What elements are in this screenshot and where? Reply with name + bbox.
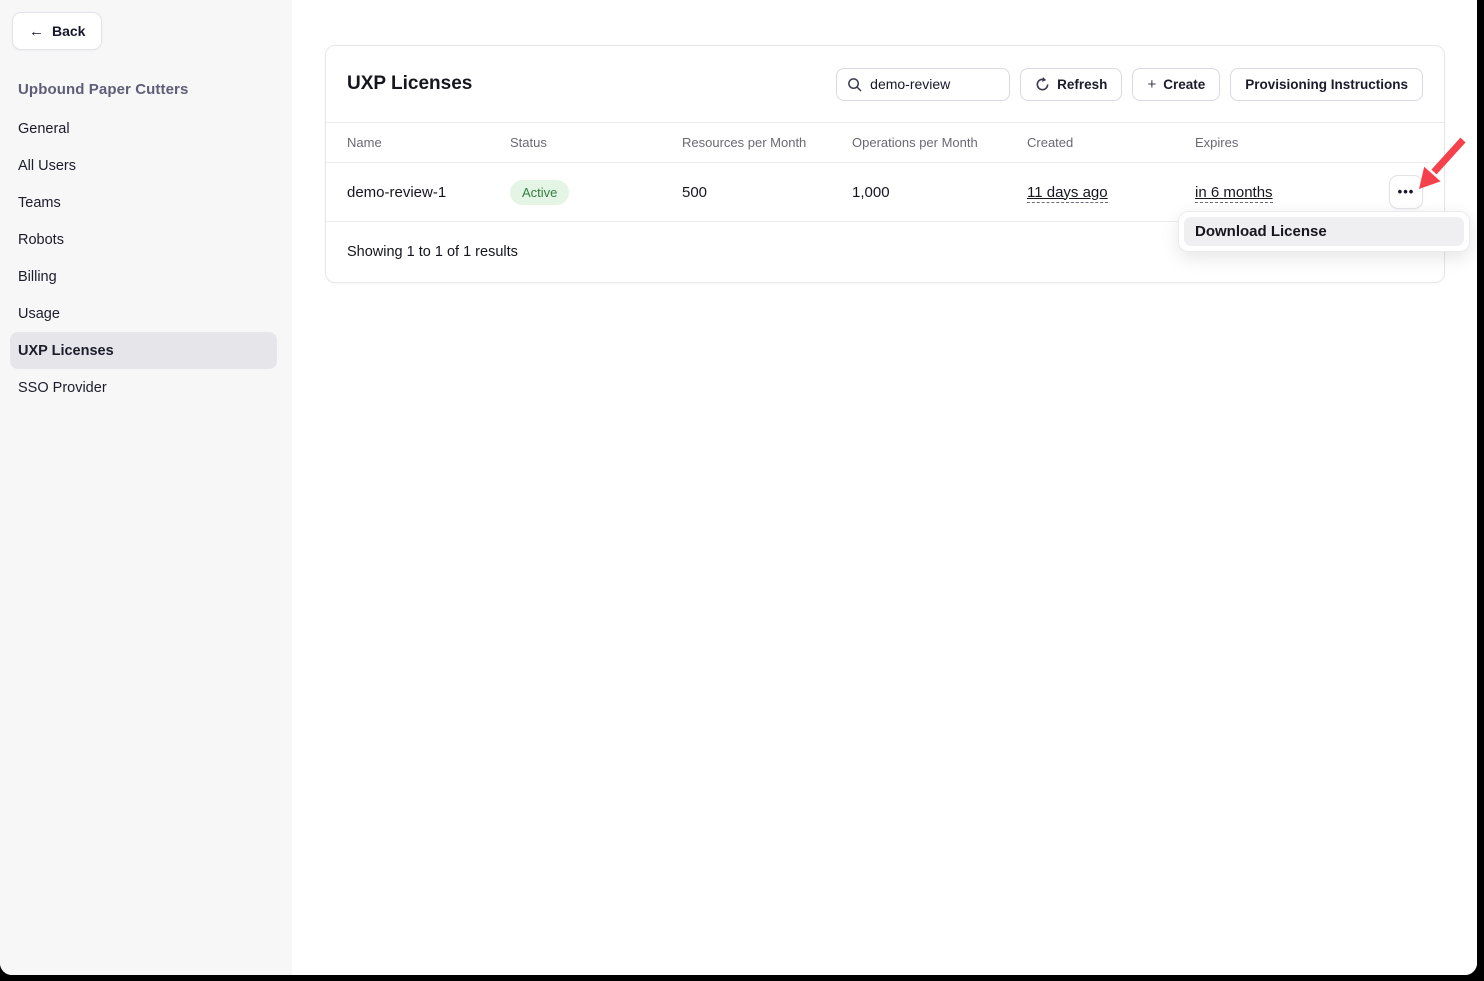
back-arrow-icon: ←: [29, 24, 44, 39]
sidebar-item-billing[interactable]: Billing: [10, 258, 277, 295]
column-header-created: Created: [1027, 135, 1195, 150]
table-header: Name Status Resources per Month Operatio…: [326, 123, 1444, 163]
refresh-button-label: Refresh: [1057, 77, 1107, 92]
menu-item-download-license[interactable]: Download License: [1184, 217, 1464, 246]
sidebar-item-sso-provider[interactable]: SSO Provider: [10, 369, 277, 406]
refresh-button[interactable]: Refresh: [1020, 68, 1122, 101]
sidebar-item-uxp-licenses[interactable]: UXP Licenses: [10, 332, 277, 369]
page-title: UXP Licenses: [347, 73, 472, 95]
search-icon: [847, 77, 862, 92]
column-header-name: Name: [347, 135, 510, 150]
column-header-resources-per-month: Resources per Month: [682, 135, 852, 150]
cell-resources-per-month: 500: [682, 184, 852, 201]
create-button-label: Create: [1163, 77, 1205, 92]
sidebar-item-robots[interactable]: Robots: [10, 221, 277, 258]
back-button[interactable]: ← Back: [12, 12, 102, 50]
app-window: ← Back Upbound Paper Cutters General All…: [0, 0, 1477, 975]
cell-expires-relative-time: in 6 months: [1195, 184, 1273, 203]
sidebar-item-teams[interactable]: Teams: [10, 184, 277, 221]
create-button[interactable]: + Create: [1132, 68, 1220, 101]
column-header-operations-per-month: Operations per Month: [852, 135, 1027, 150]
search-input[interactable]: [870, 76, 999, 92]
search-box[interactable]: [836, 68, 1010, 101]
row-actions-menu-button[interactable]: •••: [1389, 175, 1423, 209]
cell-operations-per-month: 1,000: [852, 184, 1027, 201]
refresh-icon: [1035, 77, 1050, 92]
org-title: Upbound Paper Cutters: [0, 74, 292, 104]
status-badge: Active: [510, 180, 569, 205]
card-header: UXP Licenses Refresh: [326, 46, 1444, 123]
back-button-label: Back: [52, 23, 85, 39]
column-header-status: Status: [510, 135, 682, 150]
sidebar-item-general[interactable]: General: [10, 110, 277, 147]
sidebar-item-all-users[interactable]: All Users: [10, 147, 277, 184]
cell-created-relative-time: 11 days ago: [1027, 184, 1108, 203]
column-header-expires: Expires: [1195, 135, 1377, 150]
sidebar-nav: General All Users Teams Robots Billing U…: [0, 110, 292, 406]
plus-icon: +: [1147, 77, 1156, 92]
cell-license-name: demo-review-1: [347, 184, 510, 201]
sidebar: ← Back Upbound Paper Cutters General All…: [0, 0, 292, 975]
row-actions-context-menu: Download License: [1178, 211, 1470, 252]
header-controls: Refresh + Create Provisioning Instructio…: [836, 68, 1423, 101]
main-content: UXP Licenses Refresh: [292, 0, 1477, 975]
sidebar-item-usage[interactable]: Usage: [10, 295, 277, 332]
provisioning-instructions-button[interactable]: Provisioning Instructions: [1230, 68, 1423, 101]
provisioning-instructions-label: Provisioning Instructions: [1245, 77, 1408, 92]
